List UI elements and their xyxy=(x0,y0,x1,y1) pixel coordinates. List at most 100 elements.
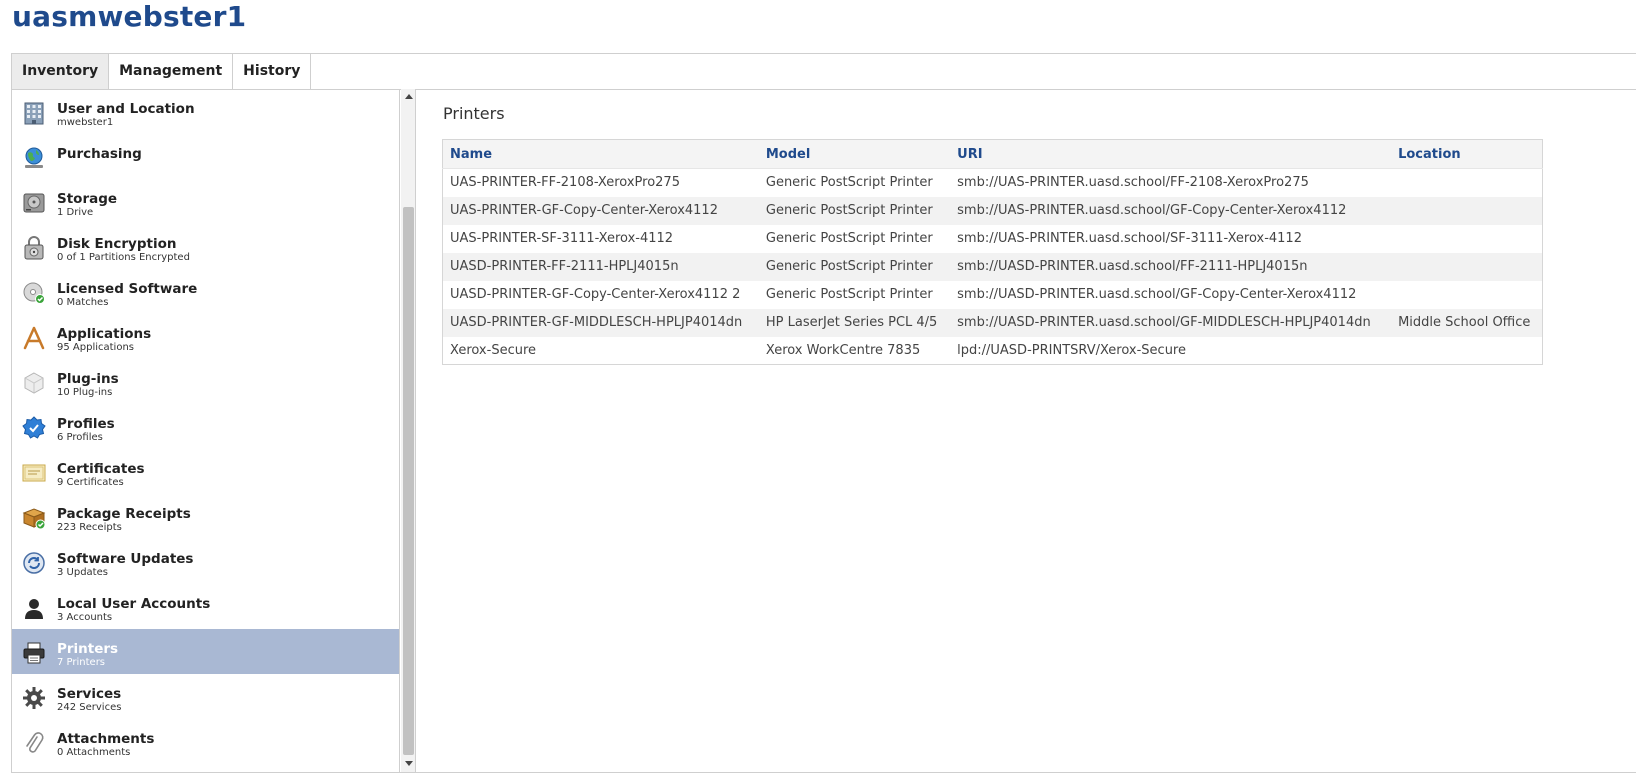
column-header-uri[interactable]: URI xyxy=(950,139,1392,169)
sidebar-item-label: Software Updates xyxy=(57,551,194,567)
sidebar-item-sub: 9 Certificates xyxy=(57,477,124,488)
cell-uri: smb://UASD-PRINTER.uasd.school/GF-MIDDLE… xyxy=(950,308,1392,337)
sidebar-item-printers[interactable]: Printers 7 Printers xyxy=(12,629,399,674)
column-header-location[interactable]: Location xyxy=(1391,139,1543,169)
sidebar-item-disk-encryption[interactable]: Disk Encryption 0 of 1 Partitions Encryp… xyxy=(12,224,399,269)
hard-drive-icon xyxy=(22,191,46,215)
column-header-model[interactable]: Model xyxy=(758,139,951,169)
cell-location xyxy=(1391,281,1542,309)
lock-drive-icon xyxy=(22,236,46,260)
cell-uri: smb://UASD-PRINTER.uasd.school/GF-Copy-C… xyxy=(957,287,1357,302)
cell-uri: lpd://UASD-PRINTSRV/Xerox-Secure xyxy=(957,342,1186,358)
cell-location xyxy=(1391,169,1542,197)
inventory-frame: User and Location mwebster1 Purchasing S… xyxy=(11,89,1636,773)
tab-inventory[interactable]: Inventory xyxy=(12,54,110,89)
scroll-down-arrow-icon[interactable] xyxy=(405,761,413,766)
globe-icon xyxy=(22,146,46,170)
sidebar-item-sub: 6 Profiles xyxy=(57,432,103,443)
sidebar-item-sub: 242 Services xyxy=(57,702,122,713)
sidebar-item-label: Profiles xyxy=(57,416,115,432)
scroll-thumb[interactable] xyxy=(403,207,414,755)
sidebar-item-label: Licensed Software xyxy=(57,281,198,297)
sidebar-item-sub: 0 Matches xyxy=(57,297,109,308)
sidebar-item-label: Services xyxy=(57,686,122,702)
sidebar-item-sub: mwebster1 xyxy=(57,117,114,128)
sidebar-item-package-receipts[interactable]: Package Receipts 223 Receipts xyxy=(12,494,399,539)
sidebar-item-sub: 0 of 1 Partitions Encrypted xyxy=(57,252,190,263)
cell-location xyxy=(1391,337,1542,365)
package-icon xyxy=(22,506,46,530)
cell-name: UAS-PRINTER-FF-2108-XeroxPro275 xyxy=(450,175,680,191)
page-title: uasmwebster1 xyxy=(12,0,247,33)
printer-icon xyxy=(22,641,46,665)
cell-location xyxy=(1391,225,1542,253)
table-header-row: Name Model URI Location xyxy=(442,139,1543,169)
sidebar-item-user-and-location[interactable]: User and Location mwebster1 xyxy=(12,89,399,134)
sidebar-item-sub: 7 Printers xyxy=(57,657,106,668)
cell-uri: smb://UAS-PRINTER.uasd.school/SF-3111-Xe… xyxy=(957,231,1302,246)
sidebar-item-licensed-software[interactable]: Licensed Software 0 Matches xyxy=(12,269,399,314)
paperclip-icon xyxy=(22,731,46,755)
sidebar-item-label: Printers xyxy=(57,641,119,657)
user-silhouette-icon xyxy=(22,596,46,620)
sidebar-item-attachments[interactable]: Attachments 0 Attachments xyxy=(12,719,399,764)
cell-uri: smb://UAS-PRINTER.uasd.school/GF-Copy-Ce… xyxy=(950,196,1392,225)
sidebar-item-label: Storage xyxy=(57,191,118,207)
cell-model: Xerox WorkCentre 7835 xyxy=(765,342,921,358)
sidebar-item-sub: 0 Attachments xyxy=(57,747,131,758)
table-row: UASD-PRINTER-GF-Copy-Center-Xerox4112 2 … xyxy=(443,281,1543,309)
cell-model: Generic PostScript Printer xyxy=(758,252,951,281)
cell-model: Generic PostScript Printer xyxy=(765,287,933,302)
sidebar-item-label: Attachments xyxy=(57,731,155,747)
sidebar-item-services[interactable]: Services 242 Services xyxy=(12,674,399,719)
cell-location xyxy=(1391,196,1543,225)
building-icon xyxy=(22,101,46,125)
table-row: UASD-PRINTER-FF-2111-HPLJ4015n Generic P… xyxy=(442,252,1543,281)
tab-bar: Inventory Management History xyxy=(11,53,1636,90)
sidebar-item-label: Package Receipts xyxy=(57,506,191,522)
table-row: UAS-PRINTER-GF-Copy-Center-Xerox4112 Gen… xyxy=(442,196,1543,225)
sidebar-item-label: Local User Accounts xyxy=(57,596,211,612)
tab-history[interactable]: History xyxy=(233,54,312,89)
sidebar-item-certificates[interactable]: Certificates 9 Certificates xyxy=(12,449,399,494)
cell-name: UASD-PRINTER-GF-Copy-Center-Xerox4112 2 xyxy=(450,287,741,302)
sidebar-item-software-updates[interactable]: Software Updates 3 Updates xyxy=(12,539,399,584)
sidebar-item-sub: 3 Updates xyxy=(57,567,108,578)
sidebar-item-label: User and Location xyxy=(57,101,195,117)
cell-location: Middle School Office xyxy=(1391,308,1543,337)
sidebar-item-label: Certificates xyxy=(57,461,145,477)
table-row: UAS-PRINTER-FF-2108-XeroxPro275 Generic … xyxy=(443,169,1543,197)
software-update-icon xyxy=(22,551,46,575)
sidebar-item-label: Applications xyxy=(57,326,152,342)
gear-icon xyxy=(22,686,46,710)
cell-uri: smb://UAS-PRINTER.uasd.school/FF-2108-Xe… xyxy=(957,175,1309,191)
sidebar-item-storage[interactable]: Storage 1 Drive xyxy=(12,179,399,224)
sidebar-item-sub: 223 Receipts xyxy=(57,522,122,533)
table-row: UASD-PRINTER-GF-MIDDLESCH-HPLJP4014dn HP… xyxy=(442,308,1543,337)
cell-model: Generic PostScript Printer xyxy=(758,196,951,225)
column-header-name[interactable]: Name xyxy=(442,139,759,169)
sidebar-item-profiles[interactable]: Profiles 6 Profiles xyxy=(12,404,399,449)
sidebar-item-sub: 10 Plug-ins xyxy=(57,387,113,398)
sidebar-item-label: Purchasing xyxy=(57,146,142,162)
cell-name: Xerox-Secure xyxy=(450,342,537,358)
cell-model: Generic PostScript Printer xyxy=(765,231,933,246)
sidebar-item-applications[interactable]: Applications 95 Applications xyxy=(12,314,399,359)
sidebar-scrollbar[interactable] xyxy=(401,89,416,772)
cell-uri: smb://UASD-PRINTER.uasd.school/FF-2111-H… xyxy=(950,252,1392,281)
sidebar-item-plug-ins[interactable]: Plug-ins 10 Plug-ins xyxy=(12,359,399,404)
cell-model: HP LaserJet Series PCL 4/5 xyxy=(758,308,951,337)
tab-management[interactable]: Management xyxy=(109,54,234,89)
table-row: Xerox-Secure Xerox WorkCentre 7835 lpd:/… xyxy=(443,337,1543,365)
sidebar-item-purchasing[interactable]: Purchasing xyxy=(12,134,399,179)
scroll-up-arrow-icon[interactable] xyxy=(405,94,413,99)
table-row: UAS-PRINTER-SF-3111-Xerox-4112 Generic P… xyxy=(443,225,1543,253)
disc-icon xyxy=(22,281,46,305)
printers-panel: Printers Name Model URI Location UAS-PRI… xyxy=(432,89,1622,772)
plugin-icon xyxy=(22,371,46,395)
certificate-icon xyxy=(22,461,46,485)
sidebar-item-local-user-accounts[interactable]: Local User Accounts 3 Accounts xyxy=(12,584,399,629)
cell-name: UASD-PRINTER-FF-2111-HPLJ4015n xyxy=(442,252,759,281)
cell-name: UAS-PRINTER-GF-Copy-Center-Xerox4112 xyxy=(442,196,759,225)
sidebar-item-label: Plug-ins xyxy=(57,371,119,387)
